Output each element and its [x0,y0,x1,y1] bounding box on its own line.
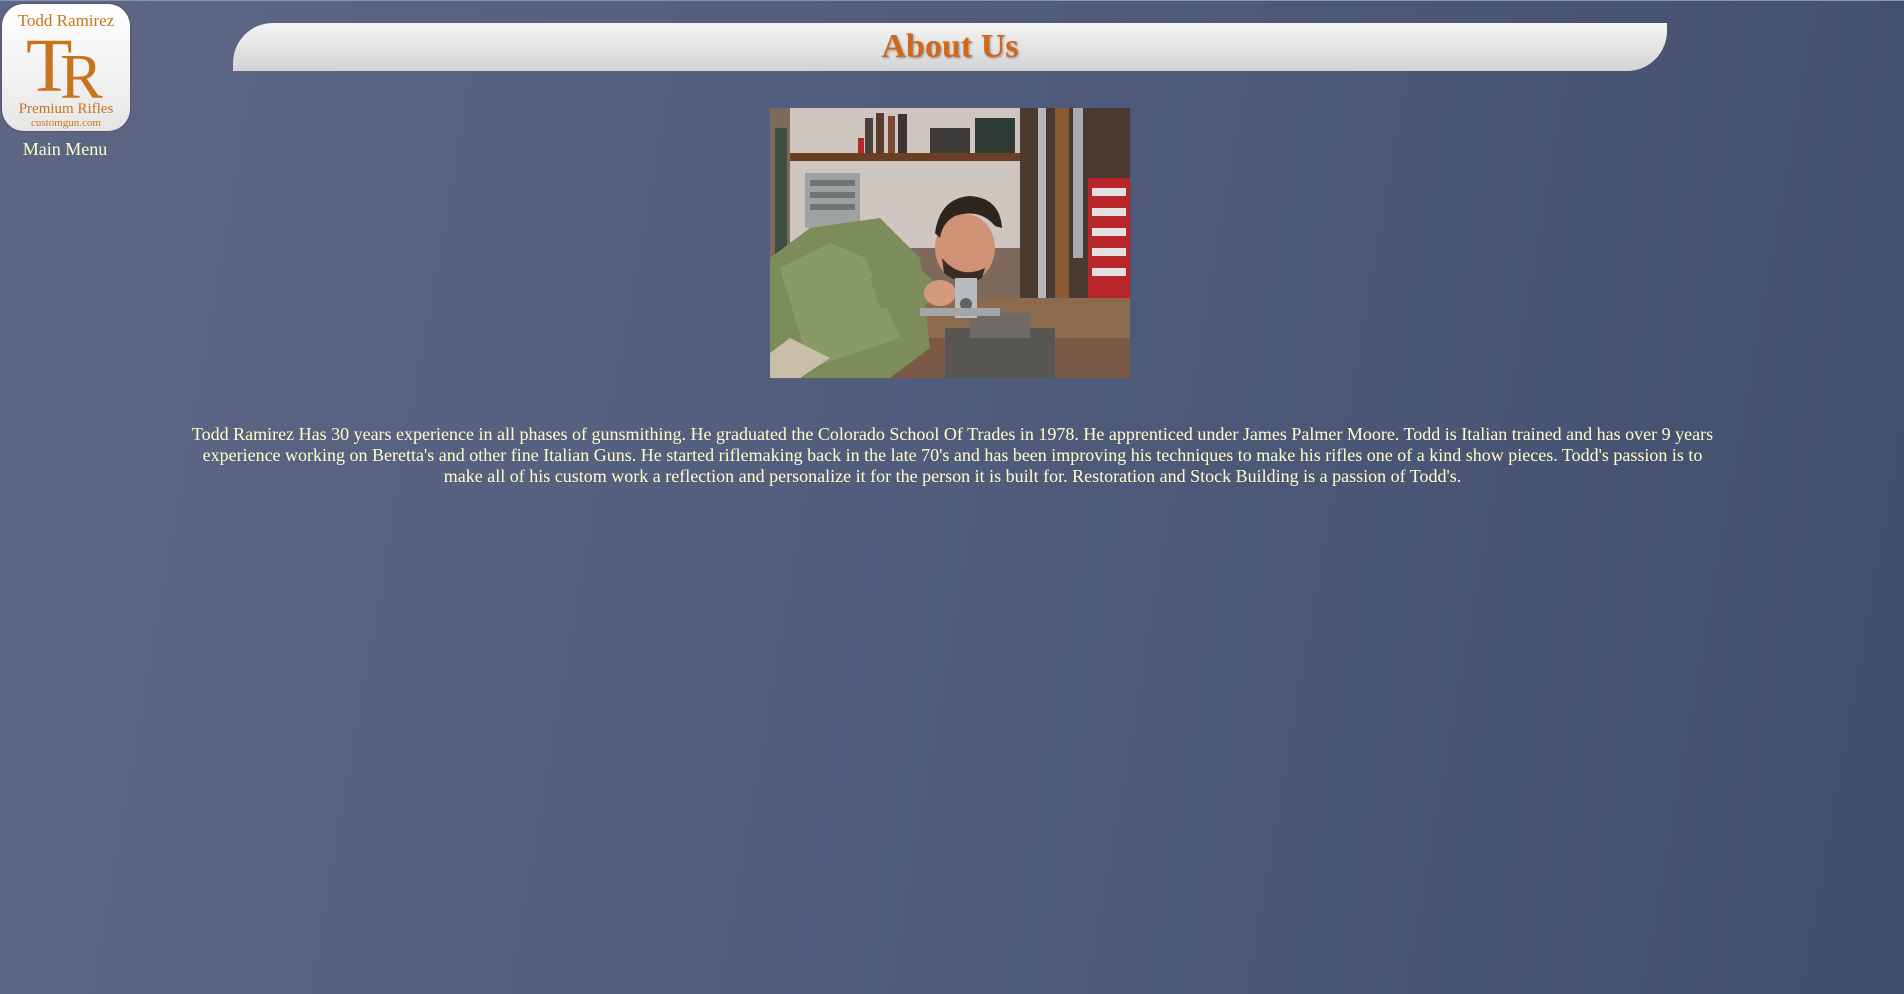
bio-paragraph: Todd Ramirez Has 30 years experience in … [191,424,1714,486]
page-title: About Us [881,28,1019,65]
page-title-bar: About Us [233,23,1667,71]
top-border [0,0,1904,1]
logo-monogram: T R [2,26,130,112]
logo-subtitle: Premium Rifles [18,101,114,117]
gunsmith-photo [770,108,1130,378]
logo-url: customgun.com [31,117,101,129]
site-logo[interactable]: Todd Ramirez T R Premium Rifles customgu… [2,4,130,131]
main-menu-link[interactable]: Main Menu [0,138,130,160]
